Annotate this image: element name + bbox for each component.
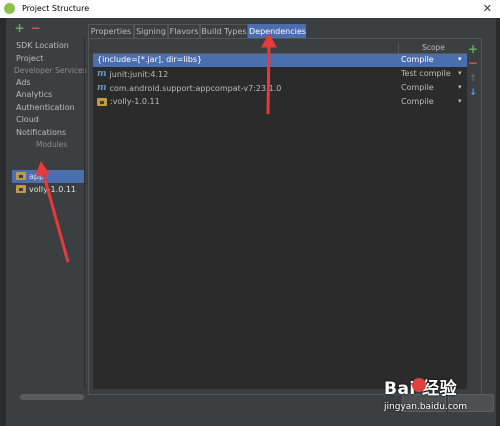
remove-dependency-button[interactable]: − bbox=[468, 57, 478, 69]
module-item-app[interactable]: app bbox=[16, 170, 44, 182]
dependencies-table: Scope {include=[*.jar], dir=libs} Compil… bbox=[93, 43, 467, 389]
column-header-scope[interactable]: Scope bbox=[398, 43, 468, 53]
dependency-scope[interactable]: Compile bbox=[401, 83, 434, 92]
dependency-name: {include=[*.jar], dir=libs} bbox=[97, 55, 203, 64]
section-header-modules: Modules bbox=[36, 140, 68, 149]
background-editor-edge-right bbox=[496, 18, 500, 426]
module-folder-icon bbox=[16, 185, 26, 193]
table-row[interactable]: m com.android.support:appcompat-v7:23.1.… bbox=[93, 82, 467, 95]
tab-dependencies[interactable]: Dependencies bbox=[248, 24, 306, 38]
nav-item-ads[interactable]: Ads bbox=[16, 78, 31, 87]
nav-item-authentication[interactable]: Authentication bbox=[16, 103, 75, 112]
scope-dropdown-arrow-icon[interactable]: ▾ bbox=[458, 69, 462, 77]
dependency-name: com.android.support:appcompat-v7:23.1.0 bbox=[109, 83, 282, 93]
tab-flavors[interactable]: Flavors bbox=[168, 24, 200, 38]
dependencies-panel: Scope {include=[*.jar], dir=libs} Compil… bbox=[88, 38, 482, 395]
module-label: volly-1.0.11 bbox=[29, 184, 76, 194]
tab-properties[interactable]: Properties bbox=[88, 24, 134, 38]
dependency-name-cell: m junit:junit:4.12 bbox=[97, 69, 168, 79]
dependency-name: junit:junit:4.12 bbox=[109, 69, 169, 79]
module-item-volly[interactable]: volly-1.0.11 bbox=[16, 183, 76, 195]
close-window-button[interactable]: ✕ bbox=[483, 2, 492, 15]
baidu-paw-icon bbox=[412, 378, 426, 392]
project-structure-dialog: + − SDK Location Project Developer Servi… bbox=[6, 18, 496, 418]
tab-build-types[interactable]: Build Types bbox=[200, 24, 248, 38]
table-row[interactable]: m junit:junit:4.12 Test compile ▾ bbox=[93, 68, 467, 81]
dependency-name: :volly-1.0.11 bbox=[110, 97, 160, 106]
android-studio-icon bbox=[4, 3, 15, 14]
dependency-name-cell: m com.android.support:appcompat-v7:23.1.… bbox=[97, 83, 281, 93]
scope-dropdown-arrow-icon[interactable]: ▾ bbox=[458, 55, 462, 63]
table-row[interactable]: {include=[*.jar], dir=libs} Compile ▾ bbox=[93, 54, 467, 67]
dependency-scope[interactable]: Test compile bbox=[401, 69, 451, 78]
maven-icon: m bbox=[97, 83, 107, 93]
nav-item-project[interactable]: Project bbox=[16, 54, 43, 63]
module-label: app bbox=[29, 171, 45, 181]
dependency-scope[interactable]: Compile bbox=[401, 55, 434, 64]
move-down-button[interactable]: ↓ bbox=[468, 88, 478, 98]
section-header-developer-services: Developer Services bbox=[14, 66, 87, 75]
add-module-button[interactable]: + bbox=[14, 22, 25, 34]
move-up-button[interactable]: ↑ bbox=[468, 74, 478, 84]
panel-splitter[interactable] bbox=[84, 38, 85, 388]
nav-item-sdk-location[interactable]: SDK Location bbox=[16, 41, 69, 50]
tab-signing[interactable]: Signing bbox=[134, 24, 168, 38]
module-folder-icon bbox=[97, 97, 107, 106]
watermark-url: jingyan.baidu.com bbox=[384, 402, 468, 412]
scope-dropdown-arrow-icon[interactable]: ▾ bbox=[458, 83, 462, 91]
dependency-scope[interactable]: Compile bbox=[401, 97, 434, 106]
dependency-name-cell: :volly-1.0.11 bbox=[97, 97, 160, 106]
module-folder-icon bbox=[16, 172, 26, 180]
table-header: Scope bbox=[93, 43, 467, 54]
table-row[interactable]: :volly-1.0.11 Compile ▾ bbox=[93, 96, 467, 109]
window-title: Project Structure bbox=[22, 4, 90, 13]
left-navigation-panel: SDK Location Project Developer Services … bbox=[10, 38, 87, 400]
scope-dropdown-arrow-icon[interactable]: ▾ bbox=[458, 97, 462, 105]
nav-item-notifications[interactable]: Notifications bbox=[16, 128, 66, 137]
nav-item-cloud[interactable]: Cloud bbox=[16, 115, 39, 124]
add-dependency-button[interactable]: + bbox=[468, 43, 478, 55]
title-bar: Project Structure ✕ bbox=[0, 0, 500, 18]
baidu-watermark: Bai 经验 jingyan.baidu.com bbox=[380, 374, 498, 424]
maven-icon: m bbox=[97, 69, 107, 79]
nav-item-analytics[interactable]: Analytics bbox=[16, 90, 52, 99]
remove-module-button[interactable]: − bbox=[30, 22, 41, 34]
